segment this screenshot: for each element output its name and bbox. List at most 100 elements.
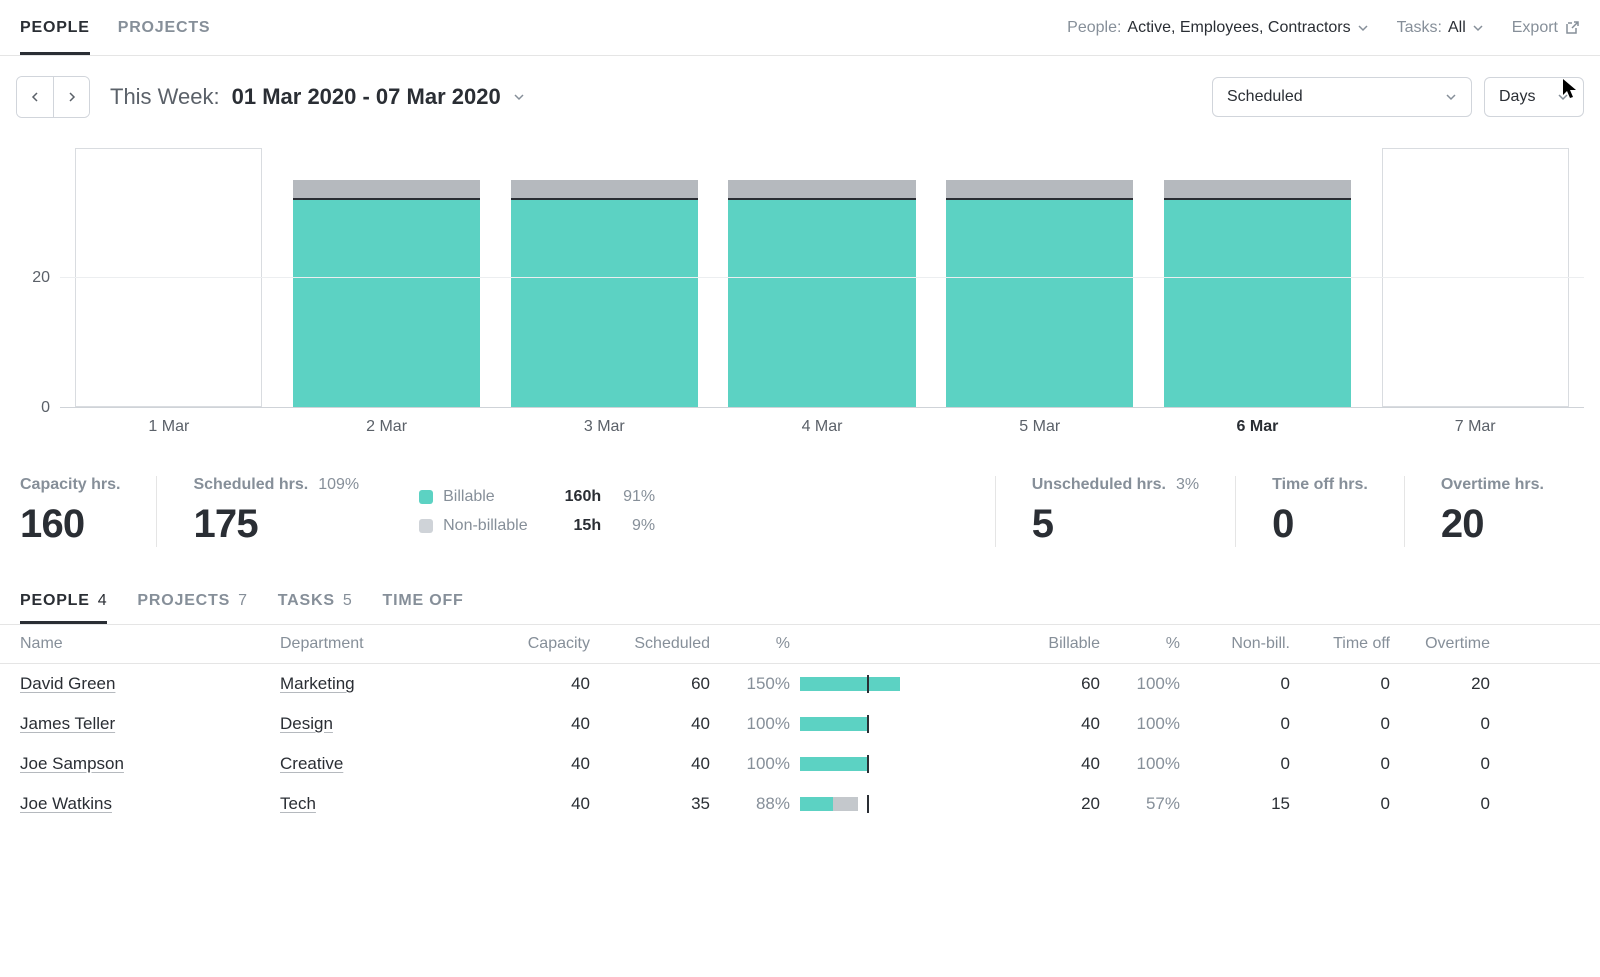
table-row: Joe WatkinsTech403588%2057%1500 (0, 784, 1600, 824)
cell-overtime: 0 (1390, 794, 1490, 814)
col-bill-pct[interactable]: % (1100, 635, 1190, 653)
chart-bar[interactable] (728, 180, 915, 407)
legend-nonbillable: Non-billable 15h 9% (419, 512, 655, 541)
chart-bar-slot (931, 148, 1149, 407)
filter-people[interactable]: People: Active, Employees, Contractors (1067, 19, 1368, 37)
cell-capacity: 40 (470, 794, 590, 814)
department-link[interactable]: Tech (280, 794, 316, 813)
cell-nonbill: 0 (1190, 674, 1290, 694)
grouping-select[interactable]: Days (1484, 77, 1584, 117)
mini-bar-billable (800, 717, 867, 731)
export-button[interactable]: Export (1512, 19, 1580, 37)
cell-sched-pct: 88% (710, 794, 800, 814)
chart-bar-slot (60, 148, 278, 407)
sub-tab-projects[interactable]: PROJECTS 7 (137, 577, 247, 624)
metric-select-value: Scheduled (1227, 88, 1303, 106)
chevron-down-icon (1472, 22, 1484, 34)
left-controls: This Week: 01 Mar 2020 - 07 Mar 2020 (16, 76, 525, 118)
col-department[interactable]: Department (280, 635, 470, 653)
summary-unscheduled: Unscheduled hrs. 3% 5 (995, 476, 1235, 547)
summary-capacity-value: 160 (20, 502, 120, 547)
chart-bar[interactable] (946, 180, 1133, 407)
sub-tab-people[interactable]: PEOPLE 4 (20, 577, 107, 624)
tab-people[interactable]: PEOPLE (20, 0, 90, 55)
sub-tab-tasks-count: 5 (343, 592, 353, 610)
department-link[interactable]: Marketing (280, 674, 355, 693)
mini-bar (800, 677, 900, 691)
summary-timeoff-value: 0 (1272, 502, 1368, 547)
legend-billable-hours: 160h (553, 483, 601, 512)
sub-tab-timeoff[interactable]: TIME OFF (383, 577, 464, 624)
mini-bar-capacity-marker (867, 795, 869, 813)
external-link-icon (1564, 20, 1580, 36)
col-name[interactable]: Name (20, 635, 280, 653)
chart-bar-slot (1149, 148, 1367, 407)
col-billable[interactable]: Billable (990, 635, 1100, 653)
prev-week-button[interactable] (17, 77, 53, 117)
col-timeoff[interactable]: Time off (1290, 635, 1390, 653)
cell-timeoff: 0 (1290, 794, 1390, 814)
chart-bar[interactable] (511, 180, 698, 407)
department-link[interactable]: Creative (280, 754, 343, 773)
cell-capacity: 40 (470, 674, 590, 694)
chart-bar-slot (495, 148, 713, 407)
person-link[interactable]: Joe Watkins (20, 794, 112, 813)
chart-bar-billable (1164, 200, 1351, 407)
chart-bar-billable (511, 200, 698, 407)
tab-projects[interactable]: PROJECTS (118, 0, 211, 55)
mini-bar-capacity-marker (867, 715, 869, 733)
cell-timeoff: 0 (1290, 714, 1390, 734)
sub-tab-projects-count: 7 (238, 592, 248, 610)
person-link[interactable]: James Teller (20, 714, 115, 733)
cell-sched-pct: 150% (710, 674, 800, 694)
department-link[interactable]: Design (280, 714, 333, 733)
cell-nonbill: 0 (1190, 754, 1290, 774)
hours-chart: 020 (16, 148, 1584, 408)
cell-bill-pct: 100% (1100, 714, 1190, 734)
legend-nonbillable-hours: 15h (553, 512, 601, 541)
week-prefix: This Week: (110, 84, 220, 110)
chart-bar-empty (1382, 148, 1569, 407)
col-nonbill[interactable]: Non-bill. (1190, 635, 1290, 653)
cell-mini-bar (800, 717, 990, 731)
cell-overtime: 0 (1390, 754, 1490, 774)
table-body: David GreenMarketing4060150%60100%0020Ja… (0, 664, 1600, 824)
col-scheduled[interactable]: Scheduled (590, 635, 710, 653)
filter-people-value: Active, Employees, Contractors (1127, 19, 1350, 37)
next-week-button[interactable] (53, 77, 89, 117)
sub-tab-tasks[interactable]: TASKS 5 (278, 577, 353, 624)
chart-bar-nonbillable (293, 180, 480, 199)
chart-gridline (60, 277, 1584, 278)
person-link[interactable]: David Green (20, 674, 115, 693)
cell-name: Joe Sampson (20, 754, 280, 774)
chart-bar[interactable] (293, 180, 480, 407)
cell-name: James Teller (20, 714, 280, 734)
right-controls: Scheduled Days (1212, 77, 1584, 117)
col-overtime[interactable]: Overtime (1390, 635, 1490, 653)
summary-scheduled-label: Scheduled hrs. 109% (193, 476, 359, 494)
chart-xtick: 1 Mar (60, 408, 278, 436)
col-sched-pct[interactable]: % (710, 635, 800, 653)
col-capacity[interactable]: Capacity (470, 635, 590, 653)
summary-scheduled-pct: 109% (318, 476, 359, 494)
mini-bar-billable (800, 677, 900, 691)
cell-scheduled: 60 (590, 674, 710, 694)
week-picker[interactable]: This Week: 01 Mar 2020 - 07 Mar 2020 (110, 84, 525, 110)
chart-xtick: 2 Mar (278, 408, 496, 436)
chevron-right-icon (66, 91, 78, 103)
people-table: Name Department Capacity Scheduled % Bil… (0, 625, 1600, 824)
summary-overtime: Overtime hrs. 20 (1404, 476, 1580, 547)
filter-tasks[interactable]: Tasks: All (1397, 19, 1484, 37)
legend-billable-pct: 91% (611, 483, 655, 512)
chart-bar-billable (293, 200, 480, 407)
mini-bar-capacity-marker (867, 755, 869, 773)
metric-select[interactable]: Scheduled (1212, 77, 1472, 117)
top-filters: People: Active, Employees, Contractors T… (1067, 19, 1580, 37)
legend-nonbillable-name: Non-billable (443, 512, 543, 541)
billable-legend: Billable 160h 91% Non-billable 15h 9% (399, 483, 655, 541)
chart-ytick: 0 (41, 399, 50, 417)
chart-bar[interactable] (1164, 180, 1351, 407)
cell-overtime: 0 (1390, 714, 1490, 734)
summary-unscheduled-label: Unscheduled hrs. 3% (1032, 476, 1199, 494)
person-link[interactable]: Joe Sampson (20, 754, 124, 773)
